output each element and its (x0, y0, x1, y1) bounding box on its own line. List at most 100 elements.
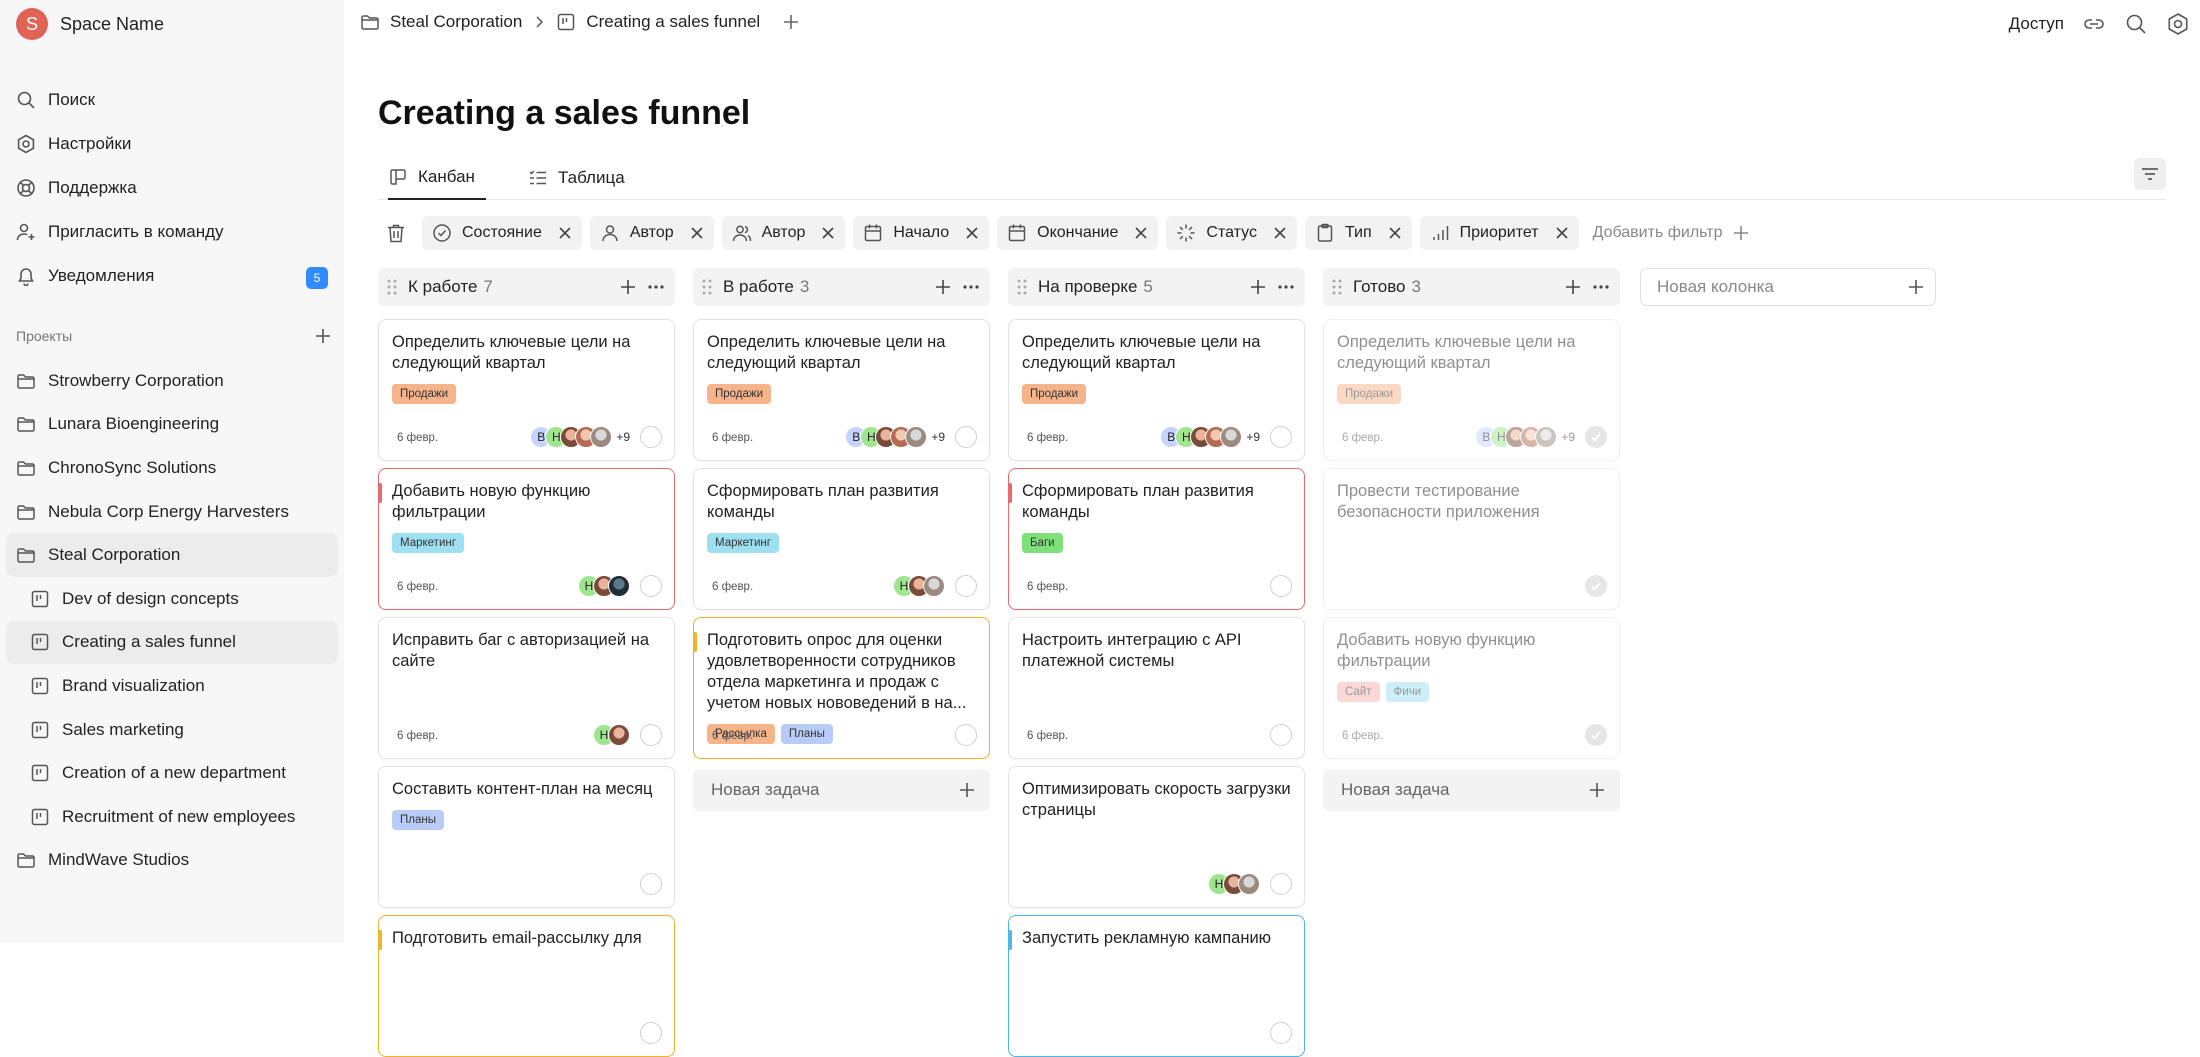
task-card[interactable]: Сформировать план развития команды Маркет… (693, 468, 990, 610)
task-tag[interactable]: Планы (392, 810, 444, 830)
task-card[interactable]: Сформировать план развития команды Баги 6 … (1008, 468, 1305, 610)
filter-chip[interactable]: Тип (1304, 216, 1412, 250)
tab-kanban[interactable]: Канбан (388, 156, 486, 200)
new-column-input[interactable]: Новая колонка (1640, 268, 1936, 306)
close-icon[interactable] (1555, 226, 1569, 240)
sidebar-project-item[interactable]: Nebula Corp Energy Harvesters (6, 490, 338, 534)
complete-checkbox[interactable] (640, 724, 662, 746)
sidebar-project-item[interactable]: Strowberry Corporation (6, 359, 338, 403)
more-horizontal-icon[interactable] (647, 278, 665, 296)
complete-checkbox[interactable] (1270, 873, 1292, 895)
filter-chip[interactable]: Приоритет (1419, 216, 1579, 250)
close-icon[interactable] (1134, 226, 1148, 240)
task-card[interactable]: Добавить новую функцию фильтрации Сайт Фич… (1323, 617, 1620, 759)
task-assignees[interactable]: Н (578, 575, 630, 597)
nav-item-settings[interactable]: Настройки (16, 122, 332, 166)
sidebar-project-item[interactable]: ChronoSync Solutions (6, 446, 338, 490)
task-tag[interactable]: Продажи (707, 384, 772, 404)
column-header[interactable]: Готово 3 (1323, 268, 1620, 306)
plus-icon[interactable] (1564, 278, 1582, 296)
column-header[interactable]: На проверке 5 (1008, 268, 1305, 306)
close-icon[interactable] (1388, 226, 1402, 240)
new-task-button[interactable]: Новая задача (693, 769, 990, 811)
task-card[interactable]: Определить ключевые цели на следующий кв… (1323, 319, 1620, 461)
complete-checkbox[interactable] (955, 426, 977, 448)
add-filter-button[interactable]: Добавить фильтр (1593, 224, 1751, 242)
filter-chip[interactable]: Автор (721, 216, 846, 250)
task-tag[interactable]: Продажи (1022, 384, 1087, 404)
complete-checkbox[interactable] (640, 873, 662, 895)
more-horizontal-icon[interactable] (1592, 278, 1610, 296)
add-project-icon[interactable] (314, 327, 332, 345)
task-card[interactable]: Настроить интеграцию с API платежной сис… (1008, 617, 1305, 759)
more-horizontal-icon[interactable] (962, 278, 980, 296)
task-card[interactable]: Определить ключевые цели на следующий кв… (693, 319, 990, 461)
task-assignees[interactable]: В Н +9 (845, 426, 945, 448)
task-card[interactable]: Определить ключевые цели на следующий кв… (1008, 319, 1305, 461)
plus-icon[interactable] (619, 278, 637, 296)
sidebar-board-item[interactable]: Creation of a new department (6, 751, 338, 795)
tab-table[interactable]: Таблица (528, 156, 625, 200)
task-assignees[interactable]: Н (593, 724, 630, 746)
drag-handle-icon[interactable] (1331, 278, 1343, 296)
link-icon[interactable] (2082, 12, 2106, 36)
close-icon[interactable] (965, 226, 979, 240)
close-icon[interactable] (1273, 226, 1287, 240)
settings-icon[interactable] (2166, 12, 2190, 36)
plus-icon[interactable] (1907, 278, 1925, 296)
complete-checkbox[interactable] (1585, 724, 1607, 746)
add-tab-icon[interactable] (782, 13, 800, 31)
sidebar-board-item[interactable]: Recruitment of new employees (6, 795, 338, 839)
filter-chip[interactable]: Окончание (997, 216, 1159, 250)
filter-chip[interactable]: Статус (1166, 216, 1297, 250)
plus-icon[interactable] (934, 278, 952, 296)
task-card[interactable]: Подготовить email-рассылку для (378, 915, 675, 1057)
task-assignees[interactable]: Н (893, 575, 945, 597)
sidebar-board-item[interactable]: Dev of design concepts (6, 577, 338, 621)
sidebar-project-item[interactable]: Steal Corporation (6, 533, 338, 577)
task-card[interactable]: Подготовить опрос для оценки удовлетворе… (693, 617, 990, 759)
drag-handle-icon[interactable] (1016, 278, 1028, 296)
space-switcher[interactable]: S Space Name (16, 8, 164, 40)
task-card[interactable]: Определить ключевые цели на следующий кв… (378, 319, 675, 461)
nav-item-invite[interactable]: Пригласить в команду (16, 210, 332, 254)
complete-checkbox[interactable] (955, 575, 977, 597)
sidebar-project-item[interactable]: Lunara Bioengineering (6, 403, 338, 447)
close-icon[interactable] (558, 226, 572, 240)
nav-item-support[interactable]: Поддержка (16, 166, 332, 210)
complete-checkbox[interactable] (1585, 575, 1607, 597)
filter-chip[interactable]: Автор (589, 216, 714, 250)
filter-chip[interactable]: Начало (853, 216, 990, 250)
task-tag[interactable]: Фичи (1385, 682, 1430, 702)
task-card[interactable]: Составить контент-план на месяц Планы (378, 766, 675, 908)
complete-checkbox[interactable] (1270, 724, 1292, 746)
drag-handle-icon[interactable] (701, 278, 713, 296)
more-horizontal-icon[interactable] (1277, 278, 1295, 296)
complete-checkbox[interactable] (640, 426, 662, 448)
complete-checkbox[interactable] (640, 1022, 662, 1044)
filter-chip[interactable]: Состояние (422, 216, 582, 250)
task-tag[interactable]: Маркетинг (392, 533, 464, 553)
clear-filters-button[interactable] (378, 215, 414, 251)
breadcrumb-board[interactable]: Creating a sales funnel (586, 12, 760, 32)
new-task-button[interactable]: Новая задача (1323, 769, 1620, 811)
complete-checkbox[interactable] (1270, 575, 1292, 597)
task-tag[interactable]: Планы (780, 724, 833, 744)
sidebar-board-item[interactable]: Brand visualization (6, 664, 338, 708)
nav-item-notifications[interactable]: Уведомления 5 (16, 254, 332, 298)
filter-toggle-button[interactable] (2134, 158, 2166, 190)
column-header[interactable]: К работе 7 (378, 268, 675, 306)
task-card[interactable]: Запустить рекламную кампанию (1008, 915, 1305, 1057)
task-tag[interactable]: Сайт (1337, 682, 1380, 702)
task-card[interactable]: Добавить новую функцию фильтрации Маркети… (378, 468, 675, 610)
complete-checkbox[interactable] (1270, 426, 1292, 448)
task-tag[interactable]: Продажи (1337, 384, 1402, 404)
complete-checkbox[interactable] (640, 575, 662, 597)
task-card[interactable]: Провести тестирование безопасности прило… (1323, 468, 1620, 610)
task-card[interactable]: Оптимизировать скорость загрузки страниц… (1008, 766, 1305, 908)
sidebar-board-item[interactable]: Sales marketing (6, 708, 338, 752)
complete-checkbox[interactable] (1585, 426, 1607, 448)
drag-handle-icon[interactable] (386, 278, 398, 296)
task-tag[interactable]: Продажи (392, 384, 457, 404)
access-button[interactable]: Доступ (2009, 14, 2064, 34)
